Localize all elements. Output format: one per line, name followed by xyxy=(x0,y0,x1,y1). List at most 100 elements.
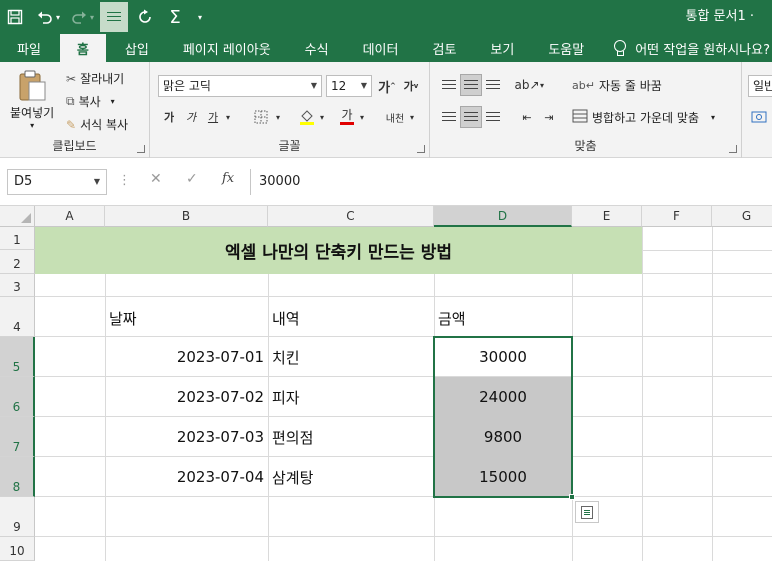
tab-insert[interactable]: 삽입 xyxy=(108,34,166,62)
orientation-icon[interactable]: ab↗ xyxy=(514,74,539,96)
tab-page-layout[interactable]: 페이지 레이아웃 xyxy=(166,34,288,62)
font-launcher-icon[interactable] xyxy=(417,145,425,153)
column-header-b[interactable]: B xyxy=(105,206,268,227)
align-bottom-icon[interactable] xyxy=(482,74,504,96)
header-item-cell[interactable]: 내역 xyxy=(268,297,434,337)
row-header-10[interactable]: 10 xyxy=(0,537,35,561)
tab-view[interactable]: 보기 xyxy=(473,34,531,62)
sheet-title-cell[interactable]: 엑셀 나만의 단축키 만드는 방법 xyxy=(35,227,642,274)
fill-color-dropdown-icon[interactable]: ▾ xyxy=(316,106,328,128)
gridline xyxy=(712,227,713,561)
header-amount-cell[interactable]: 금액 xyxy=(434,297,572,337)
number-format-select[interactable]: 일반 xyxy=(748,75,772,97)
tab-file[interactable]: 파일 xyxy=(0,34,58,62)
undo-dropdown-icon[interactable]: ▾ xyxy=(52,2,64,32)
fill-color-icon[interactable] xyxy=(296,106,318,128)
tab-data[interactable]: 데이터 xyxy=(346,34,416,62)
customize-qat-icon[interactable]: ▾ xyxy=(190,2,210,32)
save-icon[interactable] xyxy=(0,2,30,32)
borders-icon[interactable] xyxy=(250,106,272,128)
row-header-1[interactable]: 1 xyxy=(0,227,35,250)
tab-review[interactable]: 검토 xyxy=(415,34,473,62)
column-header-c[interactable]: C xyxy=(268,206,434,227)
font-color-button[interactable]: 가 xyxy=(336,106,358,128)
row-header-6[interactable]: 6 xyxy=(0,377,35,417)
tab-formulas[interactable]: 수식 xyxy=(288,34,346,62)
grow-font-button[interactable]: 가 ^ xyxy=(376,75,398,97)
copy-button[interactable]: ⧉ 복사 ▾ xyxy=(66,93,115,110)
row-header-5[interactable]: 5 xyxy=(0,337,35,377)
clipboard-launcher-icon[interactable] xyxy=(137,145,145,153)
tell-me-search[interactable]: 어떤 작업을 원하시나요? xyxy=(613,34,770,62)
date-cell[interactable]: 2023-07-02 xyxy=(105,377,268,417)
row-header-4[interactable]: 4 xyxy=(0,297,35,337)
name-box-dropdown-icon[interactable]: ▼ xyxy=(94,170,100,194)
paste-dropdown-icon[interactable]: ▾ xyxy=(30,121,34,130)
refresh-icon[interactable] xyxy=(130,2,160,32)
row-header-3[interactable]: 3 xyxy=(0,274,35,297)
row-header-9[interactable]: 9 xyxy=(0,497,35,537)
row-header-7[interactable]: 7 xyxy=(0,417,35,457)
date-cell[interactable]: 2023-07-01 xyxy=(105,337,268,377)
merge-center-button[interactable]: 병합하고 가운데 맞춤 ▾ xyxy=(572,109,715,126)
fill-handle[interactable] xyxy=(569,494,575,500)
select-all-button[interactable] xyxy=(0,206,35,227)
quick-analysis-button[interactable] xyxy=(575,501,599,523)
italic-button[interactable]: 가 xyxy=(180,106,202,128)
paste-button[interactable]: 붙여넣기 ▾ xyxy=(10,70,54,130)
wrap-text-button[interactable]: ab↵ 자동 줄 바꿈 xyxy=(572,77,662,94)
phonetic-button[interactable]: 내천 xyxy=(382,106,408,128)
increase-indent-icon[interactable]: ⇥ xyxy=(538,106,560,128)
column-header-f[interactable]: F xyxy=(642,206,712,227)
font-name-select[interactable]: 맑은 고딕 ▼ xyxy=(158,75,322,97)
alignment-launcher-icon[interactable] xyxy=(729,145,737,153)
font-size-select[interactable]: 12 ▼ xyxy=(326,75,372,97)
item-cell[interactable]: 피자 xyxy=(268,377,434,417)
cut-button[interactable]: ✂ 잘라내기 xyxy=(66,70,124,87)
item-cell[interactable]: 편의점 xyxy=(268,417,434,457)
name-box-value: D5 xyxy=(14,174,33,189)
decrease-indent-icon[interactable]: ⇤ xyxy=(516,106,538,128)
column-header-g[interactable]: G xyxy=(712,206,772,227)
orientation-dropdown-icon[interactable]: ▾ xyxy=(536,74,548,96)
font-color-dropdown-icon[interactable]: ▾ xyxy=(356,106,368,128)
insert-function-icon[interactable]: fx xyxy=(222,171,234,186)
align-middle-icon[interactable] xyxy=(460,74,482,96)
row-header-8[interactable]: 8 xyxy=(0,457,35,497)
date-cell[interactable]: 2023-07-03 xyxy=(105,417,268,457)
formula-input[interactable]: 30000 xyxy=(250,169,772,195)
header-date-cell[interactable]: 날짜 xyxy=(105,297,268,337)
row-header-2[interactable]: 2 xyxy=(0,250,35,274)
tab-help[interactable]: 도움말 xyxy=(531,34,601,62)
column-header-d[interactable]: D xyxy=(434,206,572,227)
date-cell[interactable]: 2023-07-04 xyxy=(105,457,268,497)
underline-button[interactable]: 가 xyxy=(202,106,224,128)
ribbon-tabs: 파일 홈 삽입 페이지 레이아웃 수식 데이터 검토 보기 도움말 어떤 작업을… xyxy=(0,34,772,62)
phonetic-dropdown-icon[interactable]: ▾ xyxy=(406,106,418,128)
name-box[interactable]: D5 ▼ xyxy=(7,169,107,195)
formula-bar-splitter[interactable]: ⋮ xyxy=(118,173,131,188)
column-header-a[interactable]: A xyxy=(35,206,105,227)
merge-cells-icon xyxy=(572,109,588,126)
copy-dropdown-icon[interactable]: ▾ xyxy=(111,97,115,106)
format-painter-button[interactable]: ✎ 서식 복사 xyxy=(66,116,128,133)
item-cell[interactable]: 삼계탕 xyxy=(268,457,434,497)
underline-dropdown-icon[interactable]: ▾ xyxy=(222,106,234,128)
align-center-icon[interactable] xyxy=(460,106,482,128)
align-icon[interactable] xyxy=(100,2,128,32)
autosum-icon[interactable]: Σ xyxy=(160,2,190,32)
worksheet-grid[interactable]: A B C D E F G 1 2 3 4 5 6 7 8 9 10 엑셀 나만… xyxy=(0,206,772,561)
align-right-icon[interactable] xyxy=(482,106,504,128)
paste-icon xyxy=(19,70,46,101)
bold-button[interactable]: 가 xyxy=(158,106,180,128)
align-left-icon[interactable] xyxy=(438,106,460,128)
borders-dropdown-icon[interactable]: ▾ xyxy=(272,106,284,128)
lightbulb-icon xyxy=(613,40,627,56)
column-header-e[interactable]: E xyxy=(572,206,642,227)
align-top-icon[interactable] xyxy=(438,74,460,96)
item-cell[interactable]: 치킨 xyxy=(268,337,434,377)
shrink-font-button[interactable]: 가v xyxy=(400,75,422,97)
accounting-format-icon[interactable] xyxy=(748,106,770,128)
tab-home[interactable]: 홈 xyxy=(59,34,106,62)
merge-dropdown-icon[interactable]: ▾ xyxy=(711,113,715,122)
